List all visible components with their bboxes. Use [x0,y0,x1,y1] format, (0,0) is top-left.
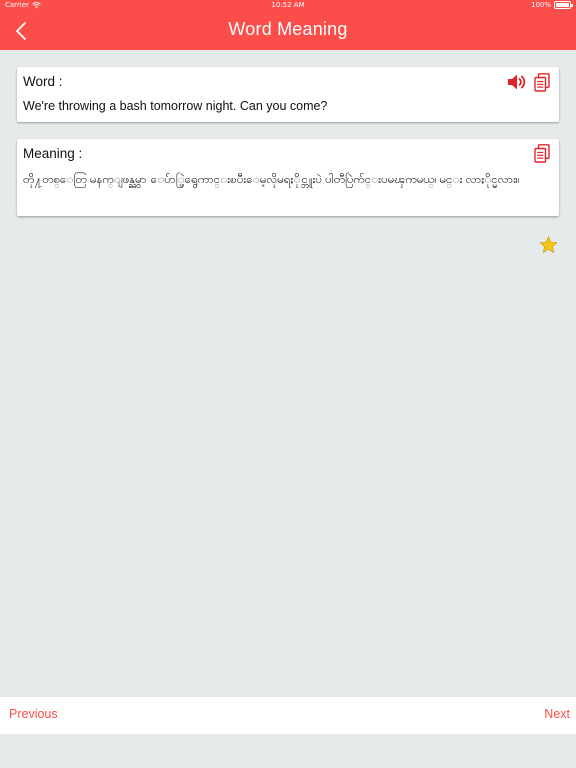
status-right: 100% [530,1,573,9]
battery-label: 100% [530,1,551,9]
star-icon [538,236,558,254]
word-text: We're throwing a bash tomorrow night. Ca… [23,99,328,113]
copy-icon [534,143,550,163]
page-title: Word Meaning [228,19,348,39]
battery-icon [554,1,573,9]
word-label: Word : [23,74,63,89]
copy-meaning-button[interactable] [531,142,553,164]
speaker-icon [508,74,526,90]
status-time: 10:52 AM [271,1,305,9]
nav-bar: Word Meaning [0,12,576,50]
meaning-card: Meaning : တို႔တစ္ေတြ မနက္ျဖန္ညမွာ ေပ်ာ္ပ… [17,139,559,216]
meaning-text: တို႔တစ္ေတြ မနက္ျဖန္ညမွာ ေပ်ာ္ပြဲရွေကာင္း… [23,174,520,186]
favorite-button[interactable] [537,234,559,256]
speaker-button[interactable] [506,71,528,93]
copy-icon [534,72,550,92]
previous-button[interactable]: Previous [9,707,58,721]
status-bar: Carrier 10:52 AM 100% [0,0,576,12]
word-card: Word : We're throwing a bash tomorrow ni… [17,67,559,122]
copy-word-button[interactable] [531,71,553,93]
bottom-bar: Previous Next [0,697,576,734]
meaning-label: Meaning : [23,146,83,161]
next-button[interactable]: Next [544,707,570,721]
